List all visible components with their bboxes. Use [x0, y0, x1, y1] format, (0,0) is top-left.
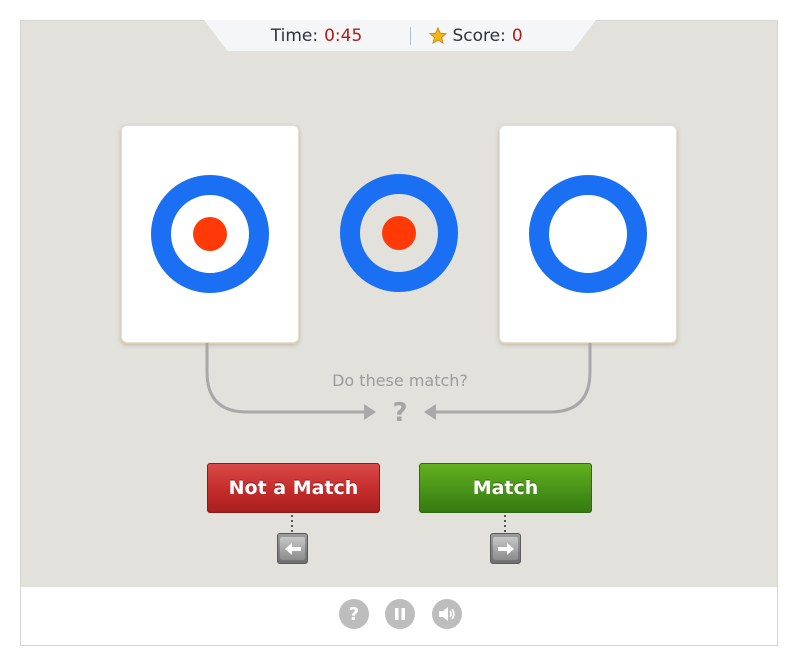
- help-icon[interactable]: ?: [339, 599, 369, 629]
- pause-icon[interactable]: [385, 599, 415, 629]
- match-button[interactable]: Match: [419, 463, 592, 513]
- sound-icon[interactable]: [432, 599, 462, 629]
- connector-arrows: [205, 343, 592, 420]
- hint-dotted-line-right: [504, 515, 506, 533]
- left-arrow-key-icon: [277, 533, 308, 564]
- not-a-match-button[interactable]: Not a Match: [207, 463, 380, 513]
- hint-dotted-line-left: [291, 515, 293, 533]
- help-symbol: ?: [348, 603, 360, 625]
- match-question: Do these match?: [332, 371, 468, 390]
- question-mark: ?: [392, 398, 408, 428]
- right-arrow-key-icon: [490, 533, 521, 564]
